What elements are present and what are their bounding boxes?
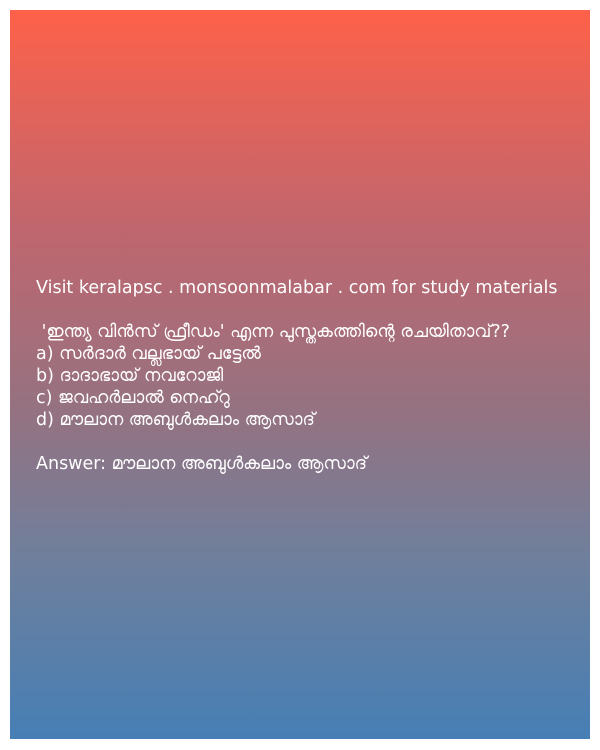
quiz-card: Visit keralapsc . monsoonmalabar . com f… [10,10,590,739]
question-text: 'ഇന്ത്യ വിൻസ് ഫ്രീഡം' എന്ന പുസ്തകത്തിന്റ… [36,322,510,342]
option-d: d) മൗലാന അബുൾകലാം ആസാദ് [36,410,315,430]
answer-text: Answer: മൗലാന അബുൾകലാം ആസാദ് [36,454,368,474]
quiz-content: Visit keralapsc . monsoonmalabar . com f… [36,277,586,475]
promo-text: Visit keralapsc . monsoonmalabar . com f… [36,278,558,298]
option-a: a) സർദാർ വല്ലഭായ് പട്ടേൽ [36,344,261,364]
option-c: c) ജവഹർലാൽ നെഹ്റു [36,388,230,408]
option-b: b) ദാദാഭായ് നവറോജി [36,366,224,386]
